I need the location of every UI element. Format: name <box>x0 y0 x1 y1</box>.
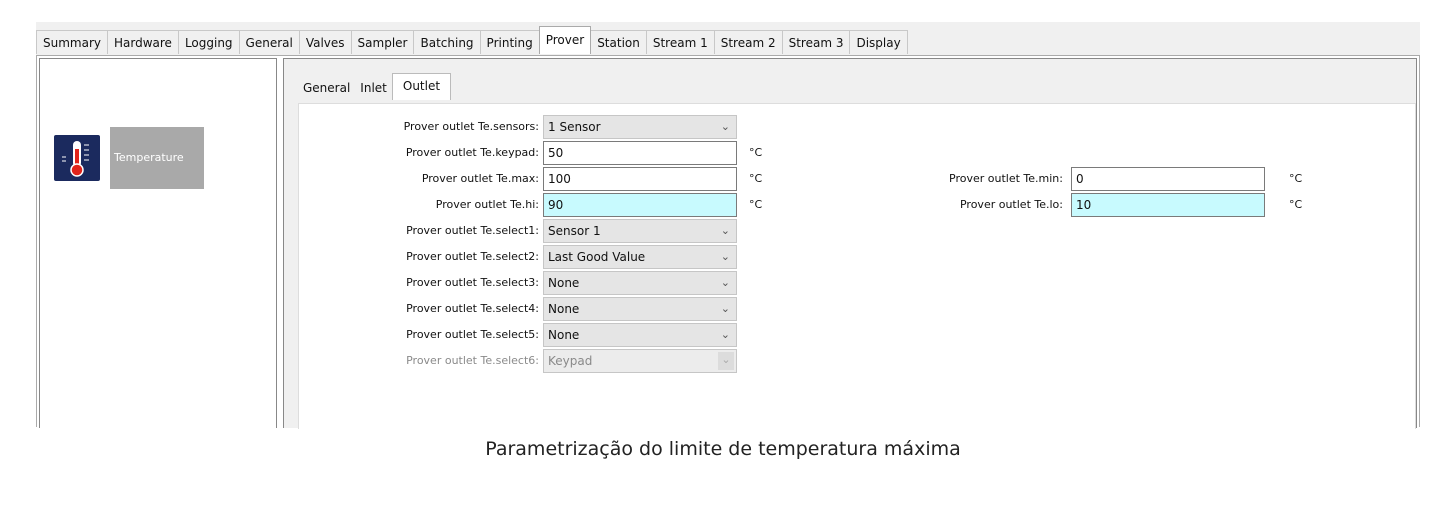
min-label: Prover outlet Te.min: <box>949 172 1063 185</box>
keypad-unit: °C <box>749 146 763 159</box>
keypad-label: Prover outlet Te.keypad: <box>405 146 539 159</box>
tab-stream-3[interactable]: Stream 3 <box>781 30 851 54</box>
select5-label: Prover outlet Te.select5: <box>406 328 539 341</box>
lo-unit: °C <box>1289 198 1303 211</box>
select1-value: Sensor 1 <box>548 224 601 238</box>
select2-label: Prover outlet Te.select2: <box>406 250 539 263</box>
tab-valves[interactable]: Valves <box>298 30 352 54</box>
hi-label: Prover outlet Te.hi: <box>435 198 539 211</box>
select3-label: Prover outlet Te.select3: <box>406 276 539 289</box>
config-window: Summary Hardware Logging General Valves … <box>36 22 1420 429</box>
outlet-form: Prover outlet Te.sensors: 1 Sensor ⌄ Pro… <box>298 103 1416 429</box>
tab-display[interactable]: Display <box>849 30 908 54</box>
max-label: Prover outlet Te.max: <box>421 172 539 185</box>
tab-hardware[interactable]: Hardware <box>107 30 179 54</box>
select2-value: Last Good Value <box>548 250 646 264</box>
chevron-down-icon: ⌄ <box>720 328 730 341</box>
sensors-label: Prover outlet Te.sensors: <box>403 120 539 133</box>
subtab-outlet[interactable]: Outlet <box>391 73 452 100</box>
hi-unit: °C <box>749 198 763 211</box>
settings-area: General Inlet Outlet Prover outlet Te.se… <box>283 58 1417 429</box>
chevron-down-icon: ⌄ <box>720 276 730 289</box>
max-input[interactable]: 100 <box>543 167 737 191</box>
tab-sampler[interactable]: Sampler <box>350 30 415 54</box>
max-unit: °C <box>749 172 763 185</box>
chevron-down-icon: ⌄ <box>718 352 734 370</box>
lo-label: Prover outlet Te.lo: <box>959 198 1063 211</box>
min-unit: °C <box>1289 172 1303 185</box>
select5-dropdown[interactable]: None ⌄ <box>543 323 737 347</box>
sub-tab-bar: General Inlet Outlet <box>298 73 452 100</box>
chevron-down-icon: ⌄ <box>720 224 730 237</box>
select6-label: Prover outlet Te.select6: <box>406 354 539 367</box>
subtab-general[interactable]: General <box>298 77 356 99</box>
main-tab-bar: Summary Hardware Logging General Valves … <box>36 26 1420 55</box>
select3-dropdown[interactable]: None ⌄ <box>543 271 737 295</box>
sensors-value: 1 Sensor <box>548 120 601 134</box>
hi-input[interactable]: 90 <box>543 193 737 217</box>
tab-logging[interactable]: Logging <box>177 30 240 54</box>
select2-dropdown[interactable]: Last Good Value ⌄ <box>543 245 737 269</box>
chevron-down-icon: ⌄ <box>720 120 730 133</box>
tab-prover[interactable]: Prover <box>538 26 592 54</box>
keypad-input[interactable]: 50 <box>543 141 737 165</box>
chevron-down-icon: ⌄ <box>720 302 730 315</box>
lo-input[interactable]: 10 <box>1071 193 1265 217</box>
tab-general[interactable]: General <box>238 30 300 54</box>
tab-batching[interactable]: Batching <box>413 30 481 54</box>
select4-label: Prover outlet Te.select4: <box>406 302 539 315</box>
tab-station[interactable]: Station <box>590 30 647 54</box>
select4-value: None <box>548 302 580 316</box>
subtab-inlet[interactable]: Inlet <box>355 77 392 99</box>
select6-value: Keypad <box>548 354 593 368</box>
category-sidebar: Temperature <box>39 58 277 428</box>
select4-dropdown[interactable]: None ⌄ <box>543 297 737 321</box>
tab-stream-1[interactable]: Stream 1 <box>645 30 715 54</box>
temperature-button[interactable]: Temperature <box>110 127 204 189</box>
tab-summary[interactable]: Summary <box>36 30 108 54</box>
select1-label: Prover outlet Te.select1: <box>406 224 539 237</box>
select3-value: None <box>548 276 580 290</box>
thermometer-icon[interactable] <box>54 135 100 181</box>
tab-printing[interactable]: Printing <box>479 30 540 54</box>
select1-dropdown[interactable]: Sensor 1 ⌄ <box>543 219 737 243</box>
select6-dropdown: Keypad ⌄ <box>543 349 737 373</box>
select5-value: None <box>548 328 580 342</box>
chevron-down-icon: ⌄ <box>720 250 730 263</box>
min-input[interactable]: 0 <box>1071 167 1265 191</box>
sensors-dropdown[interactable]: 1 Sensor ⌄ <box>543 115 737 139</box>
prover-panel: Temperature General Inlet Outlet Prover … <box>36 55 1420 429</box>
tab-stream-2[interactable]: Stream 2 <box>713 30 783 54</box>
figure-caption: Parametrização do limite de temperatura … <box>485 438 961 460</box>
